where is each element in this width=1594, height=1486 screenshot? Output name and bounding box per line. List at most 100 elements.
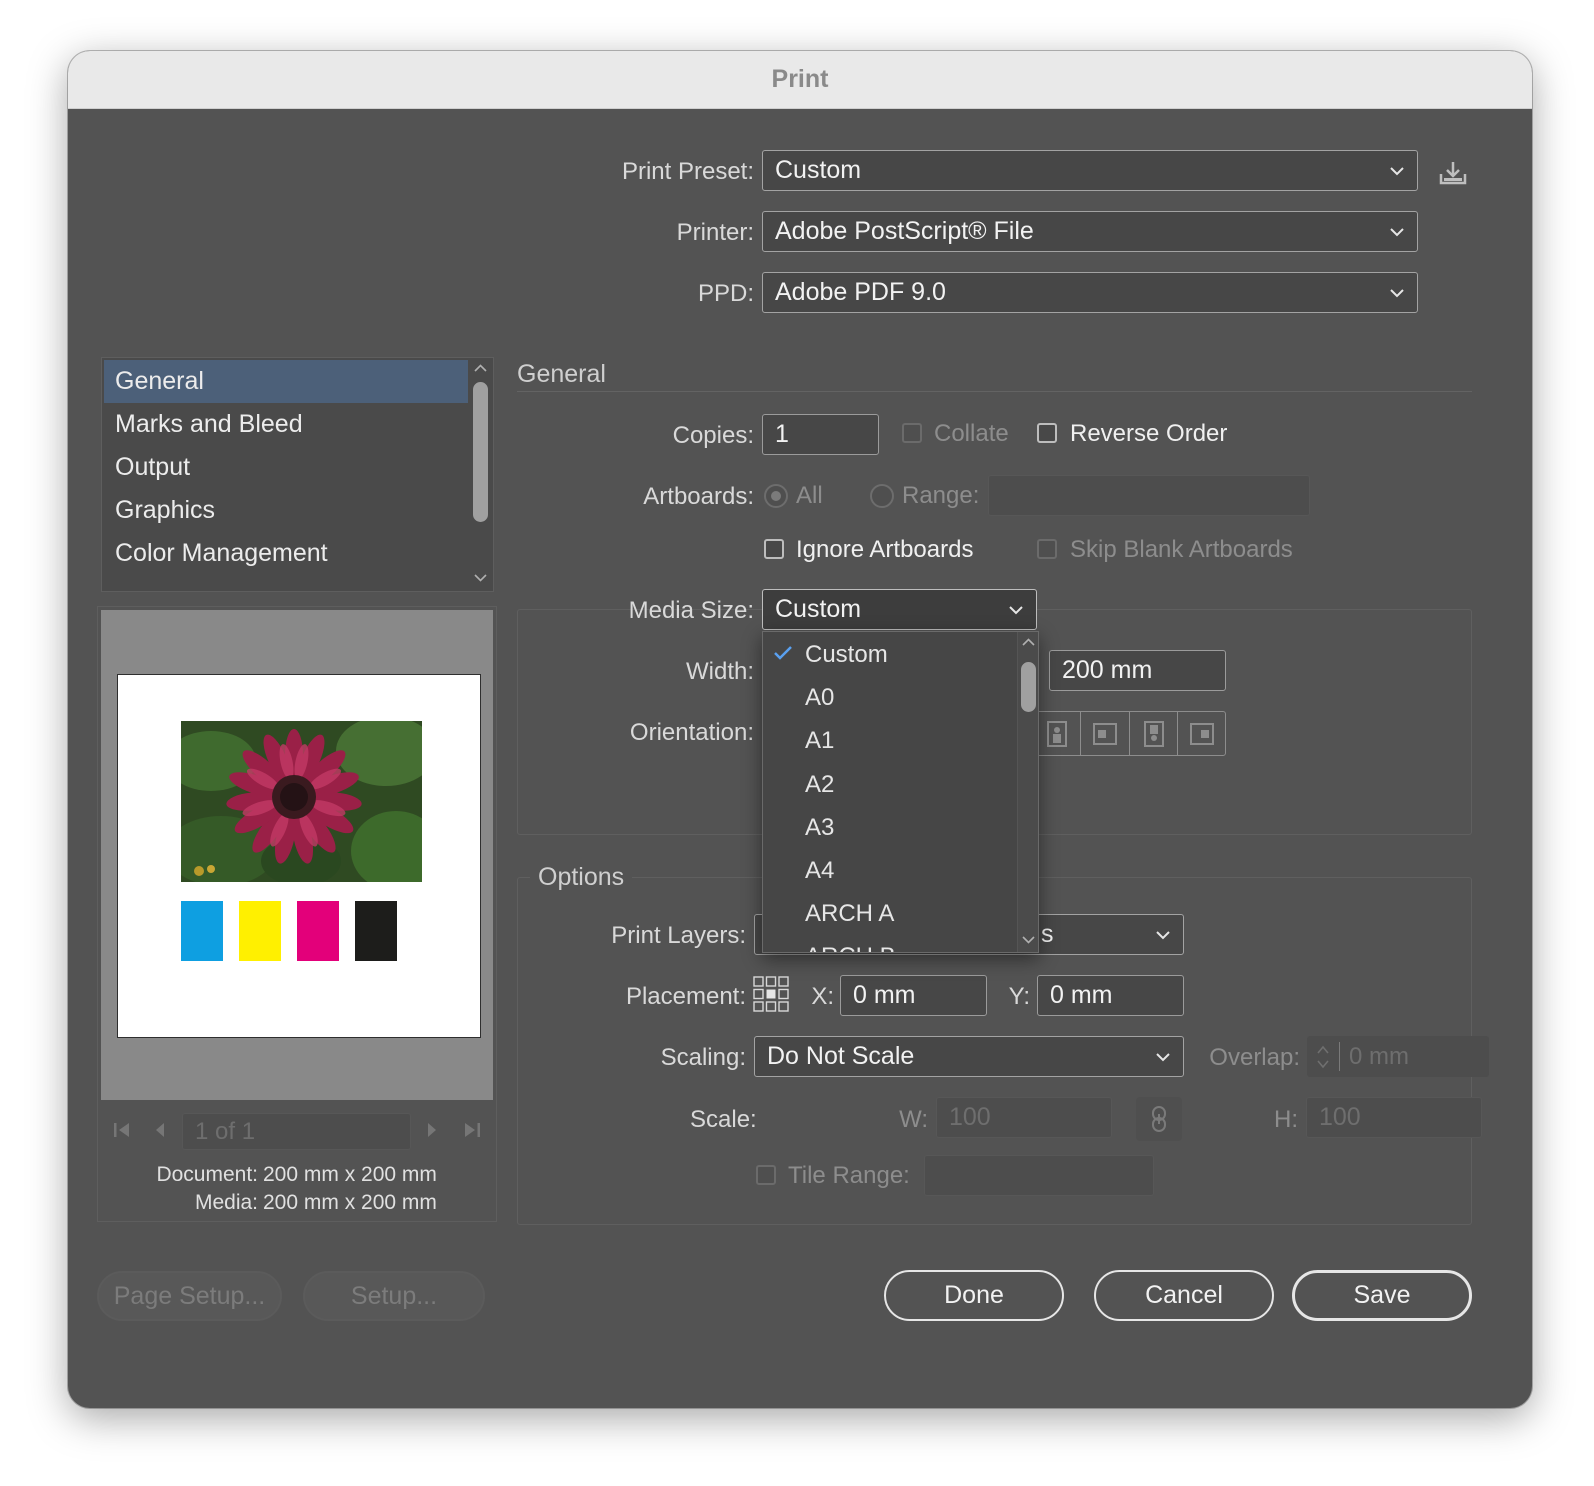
collate-checkbox[interactable] — [902, 423, 922, 443]
preview-canvas — [101, 610, 493, 1100]
skip-blank-artboards-checkbox[interactable] — [1037, 539, 1057, 559]
placement-label: Placement: — [625, 983, 746, 1010]
window-title: Print — [68, 51, 1532, 109]
height-input[interactable]: 200 mm — [1049, 650, 1226, 691]
artboards-label: Artboards: — [643, 483, 754, 510]
all-label: All — [796, 482, 823, 509]
next-page-icon[interactable] — [425, 1121, 439, 1139]
copies-label: Copies: — [672, 422, 754, 449]
scale-label: Scale: — [690, 1106, 757, 1133]
media-option-a4[interactable]: A4 — [763, 849, 1017, 892]
general-section-title: General — [517, 360, 606, 388]
previous-page-icon[interactable] — [153, 1121, 167, 1139]
copies-input[interactable]: 1 — [762, 414, 879, 455]
media-option-arch-a[interactable]: ARCH A — [763, 892, 1017, 935]
orientation-portrait-button[interactable] — [1033, 712, 1082, 755]
range-input[interactable] — [988, 475, 1310, 516]
chevron-down-icon[interactable] — [474, 574, 487, 582]
cancel-button[interactable]: Cancel — [1094, 1270, 1274, 1321]
scaling-select[interactable]: Do Not Scale — [754, 1036, 1184, 1077]
first-page-icon[interactable] — [112, 1121, 132, 1139]
range-label: Range: — [902, 482, 980, 509]
reverse-order-checkbox[interactable] — [1037, 423, 1057, 443]
radio-dot — [771, 491, 781, 501]
media-size-select[interactable]: Custom — [762, 589, 1037, 630]
print-preset-label: Print Preset: — [621, 158, 754, 185]
stepper-icon[interactable] — [1315, 1042, 1331, 1072]
sidebar-item-label: General — [115, 367, 204, 395]
ignore-artboards-checkbox[interactable] — [764, 539, 784, 559]
scale-width-input[interactable]: 100 — [936, 1097, 1112, 1138]
sidebar-item-general[interactable]: General — [104, 360, 468, 403]
done-button[interactable]: Done — [884, 1270, 1064, 1321]
y-label: Y: — [1008, 983, 1030, 1010]
page-setup-button[interactable]: Page Setup... — [97, 1271, 282, 1321]
reverse-order-label: Reverse Order — [1070, 420, 1228, 447]
scaling-value: Do Not Scale — [767, 1042, 915, 1070]
media-size-label: Media Size: — [628, 597, 754, 624]
media-option-a3[interactable]: A3 — [763, 806, 1017, 849]
media-option-arch-b[interactable]: ARCH B — [763, 935, 1017, 952]
list-scrollbar[interactable] — [468, 358, 493, 591]
media-size-value: Custom — [775, 595, 862, 623]
ppd-select[interactable]: Adobe PDF 9.0 — [762, 272, 1418, 313]
save-button[interactable]: Save — [1292, 1270, 1472, 1321]
media-size: 200 mm x 200 mm — [263, 1191, 437, 1214]
x-input[interactable]: 0 mm — [840, 975, 987, 1016]
collate-label: Collate — [934, 420, 1009, 447]
chevron-down-icon — [1156, 1052, 1170, 1061]
sidebar-item-label: Color Management — [115, 539, 328, 567]
sidebar-item-output[interactable]: Output — [104, 446, 493, 489]
dropdown-scrollbar[interactable] — [1017, 632, 1038, 952]
sidebar-item-color-management[interactable]: Color Management — [104, 532, 493, 575]
chevron-down-icon — [1009, 605, 1023, 614]
orientation-landscape-button[interactable] — [1081, 712, 1130, 755]
print-layers-value: s — [1041, 920, 1054, 948]
sidebar-item-label: Marks and Bleed — [115, 410, 303, 438]
tile-range-input[interactable] — [924, 1155, 1154, 1196]
chevron-down-icon — [1156, 930, 1170, 939]
scrollbar-thumb[interactable] — [1021, 662, 1036, 712]
media-label: Media: — [194, 1191, 258, 1214]
orientation-reverse-portrait-button[interactable] — [1130, 712, 1178, 755]
sidebar-item-label: Output — [115, 453, 191, 481]
print-dialog: Print Print Preset: Custom Printer: Adob… — [68, 51, 1532, 1408]
setup-button[interactable]: Setup... — [303, 1271, 485, 1321]
reverse-landscape-icon — [1189, 723, 1214, 745]
chevron-up-icon[interactable] — [474, 364, 487, 372]
range-radio[interactable] — [870, 484, 894, 508]
scale-height-input[interactable]: 100 — [1306, 1097, 1482, 1138]
printer-value: Adobe PostScript® File — [775, 217, 1034, 245]
last-page-icon[interactable] — [462, 1121, 482, 1139]
media-option-custom[interactable]: Custom — [763, 633, 1017, 676]
media-option-a2[interactable]: A2 — [763, 763, 1017, 806]
preview-page — [117, 674, 481, 1038]
sidebar-item-marks-and-bleed[interactable]: Marks and Bleed — [104, 403, 493, 446]
save-preset-icon[interactable] — [1438, 160, 1468, 186]
media-option-a0[interactable]: A0 — [763, 676, 1017, 719]
printer-select[interactable]: Adobe PostScript® File — [762, 211, 1418, 252]
scaling-label: Scaling: — [660, 1044, 746, 1071]
sidebar-item-label: Graphics — [115, 496, 216, 524]
constrain-proportions-button[interactable] — [1136, 1097, 1182, 1141]
media-option-a1[interactable]: A1 — [763, 719, 1017, 762]
orientation-buttons — [1032, 711, 1226, 756]
cyan-swatch — [181, 901, 223, 961]
ppd-label: PPD: — [697, 280, 754, 307]
sidebar-item-graphics[interactable]: Graphics — [104, 489, 493, 532]
y-input[interactable]: 0 mm — [1037, 975, 1184, 1016]
overlap-field[interactable]: 0 mm — [1307, 1036, 1489, 1077]
print-preset-select[interactable]: Custom — [762, 150, 1418, 191]
orientation-label: Orientation: — [629, 719, 754, 746]
portrait-icon — [1047, 721, 1067, 747]
orientation-reverse-landscape-button[interactable] — [1178, 712, 1225, 755]
placement-grid-icon[interactable] — [752, 975, 790, 1013]
chevron-up-icon[interactable] — [1022, 638, 1035, 646]
chevron-down-icon — [1390, 166, 1404, 175]
sunflower-image — [181, 721, 422, 882]
black-swatch — [355, 901, 397, 961]
all-radio[interactable] — [764, 484, 788, 508]
document-size: 200 mm x 200 mm — [263, 1163, 437, 1186]
tile-range-checkbox[interactable] — [756, 1165, 776, 1185]
chevron-down-icon[interactable] — [1022, 936, 1035, 944]
